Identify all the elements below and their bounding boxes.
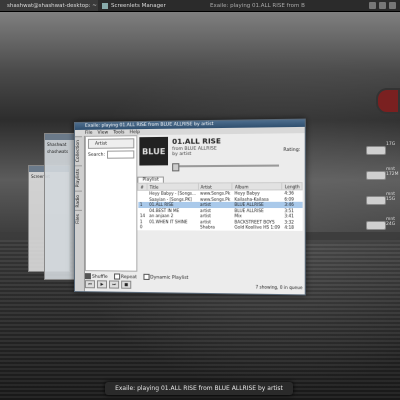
cell-album: Gold Koollive HS 1:09 [232,224,282,230]
cell-album: BACKSTREET BOYS [232,219,282,225]
play-button[interactable]: ▶ [97,280,107,288]
hard-disk-icon [366,196,386,205]
system-tray [369,2,400,9]
tab-playlist[interactable]: Playlist [137,176,164,182]
cell-title: Saayian - [Songs.PK] [147,196,198,202]
drive-label: mnt 172M [386,167,400,177]
menu-view[interactable]: View [97,130,108,135]
hard-disk-icon [366,221,386,230]
search-label: Search: [88,152,105,157]
cell-title [147,224,198,230]
shuffle-label: Shuffle [92,274,108,279]
tray-network-icon[interactable] [369,2,376,9]
table-row[interactable]: 0 Shabra Gold Koollive HS 1:09 4:18 [138,224,302,230]
next-button[interactable]: ⏭ [109,280,119,288]
drive-widgets: 17G mnt 172M mnt 15G mnt 24G [366,140,400,240]
drive-label: 17G [386,142,395,147]
column-header-length[interactable]: Length [282,183,302,190]
task-exaile-label: Exaile: playing 01.ALL RISE from B [210,3,305,9]
task-screenlets-label: Screenlets Manager [111,3,166,9]
tray-volume-icon[interactable] [379,2,386,9]
main-panel: BLUE 01.ALL RISE from BLUE ALLRISE by ar… [137,133,302,273]
notification-osd: Exaile: playing 01.ALL RISE from BLUE AL… [105,382,293,395]
repeat-checkbox[interactable]: Repeat [114,273,137,280]
track-artist: by artist [172,152,191,157]
side-tab-strip: Collection Playlists Radio Files [75,136,85,291]
tab-files[interactable]: Files [75,210,82,227]
search-row: Search: [88,150,134,158]
drive-item[interactable]: mnt 15G [366,190,400,206]
cell-artist: www.Songs.Pk [198,190,232,196]
tab-radio[interactable]: Radio [75,191,82,211]
column-header-number[interactable]: # [138,183,147,190]
album-cover-text: BLUE [142,147,165,156]
menu-file[interactable]: File [85,130,93,135]
rating-label: Rating: [283,148,300,153]
dynamic-label: Dynamic Playlist [150,275,188,281]
menu-tools[interactable]: Tools [113,130,124,135]
previous-button[interactable]: ⏮ [85,280,95,288]
search-input[interactable] [107,150,134,158]
menu-help[interactable]: Help [130,130,140,135]
top-panel: shashwat@shashwat-desktop: ~ Screenlets … [0,0,400,12]
playlist-rows: Heyy Babyy - [Songs... www.Songs.Pk Heyy B… [138,190,302,231]
drive-label: mnt 24G [386,217,400,227]
cell-title: Heyy Babyy - [Songs... [147,190,198,196]
hard-disk-icon [366,146,386,155]
album-cover[interactable]: BLUE [139,137,168,166]
stop-button[interactable]: ■ [121,281,131,289]
task-exaile[interactable]: Exaile: playing 01.ALL RISE from B [206,0,314,11]
track-title: 01.ALL RISE [172,137,221,146]
view-selector[interactable]: Artist [88,138,134,149]
dynamic-playlist-checkbox[interactable]: Dynamic Playlist [143,274,188,281]
notification-text: Exaile: playing 01.ALL RISE from BLUE AL… [115,385,283,392]
cell-artist: www.Songs.Pk [198,196,232,202]
seek-slider[interactable] [172,165,279,168]
playlist-table: # Title Artist Album Length Heyy Babyy -… [137,182,303,230]
cpu-gauge-widget [376,88,400,114]
drive-item[interactable]: mnt 24G [366,215,400,231]
column-header-artist[interactable]: Artist [198,183,232,190]
screenlets-icon [102,3,108,9]
playback-footer: Shuffle Repeat Dynamic Playlist ⏮ ▶ ⏭ ■ … [85,272,303,293]
shuffle-checkbox[interactable]: Shuffle [85,273,108,280]
repeat-label: Repeat [121,275,137,280]
tab-collection[interactable]: Collection [75,136,82,165]
tab-playlists[interactable]: Playlists [75,165,82,190]
task-terminal[interactable]: shashwat@shashwat-desktop: ~ [0,0,98,11]
playlist-counter: 7 showing, 0 in queue [255,284,302,290]
cell-length: 4:18 [282,225,302,231]
now-playing-panel: BLUE 01.ALL RISE from BLUE ALLRISE by ar… [137,133,302,175]
view-selector-value: Artist [95,141,107,146]
cell-artist: Shabra [198,224,232,230]
task-screenlets-manager[interactable]: Screenlets Manager [98,0,206,11]
drive-item[interactable]: mnt 172M [366,165,400,181]
drive-label: mnt 15G [386,192,400,202]
drive-item[interactable]: 17G [366,140,400,156]
tray-power-icon[interactable] [389,2,396,9]
seek-handle[interactable] [172,163,179,171]
exaile-window[interactable]: Exaile: playing 01.ALL RISE from BLUE AL… [74,119,306,296]
collection-browser: Artist Search: [85,135,137,271]
task-terminal-label: shashwat@shashwat-desktop: ~ [7,3,97,9]
cell-num: 0 [138,224,147,230]
hard-disk-icon [366,171,386,180]
